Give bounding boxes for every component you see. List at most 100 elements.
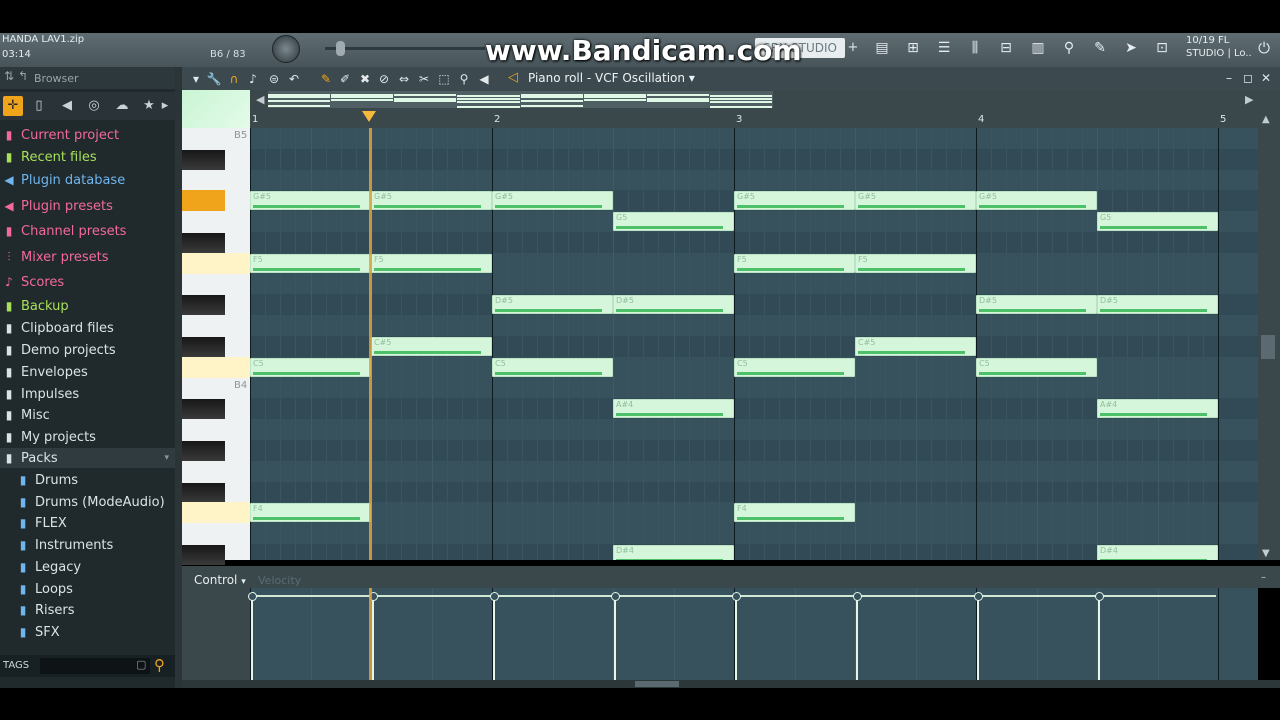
master-pitch-slider-thumb[interactable] [336,41,345,56]
undo-icon[interactable]: ↶ [286,71,302,87]
black-key[interactable] [182,233,225,253]
black-key[interactable] [182,545,225,565]
options-arrow-icon[interactable]: ▾ [188,71,204,87]
note[interactable]: C5 [492,357,613,377]
note[interactable]: G5 [1097,212,1218,232]
browser-item[interactable]: ⫶ Mixer presets [0,247,175,267]
playlist-icon[interactable]: ▤ [871,38,893,58]
note[interactable]: F4 [734,503,855,523]
add-button[interactable]: + [846,38,860,58]
note[interactable]: C5 [976,357,1097,377]
velocity-handle[interactable] [974,592,983,601]
note[interactable]: D#5 [492,295,613,315]
channel-icon[interactable]: ⊟ [995,38,1017,58]
search-icon[interactable]: ⚲ [154,656,165,674]
note[interactable]: G#5 [492,191,613,211]
note[interactable]: C#5 [371,337,492,356]
black-key[interactable] [182,149,225,170]
browser-item[interactable]: ▮ Backup [0,296,175,316]
mixer-icon[interactable]: ⫼ [964,38,986,58]
highlighted-key[interactable] [182,190,225,212]
browser-back-icon[interactable]: ↰ [18,69,28,83]
maximize-icon[interactable]: ◻ [1243,71,1253,85]
highlighted-key[interactable] [182,356,250,378]
velocity-stem[interactable] [735,596,737,680]
slip-icon[interactable]: ⇔ [396,71,412,87]
note-grid[interactable]: G#5 G#5 G#5 G5 G#5 G#5 G#5 G5 F5 F5 F5 F5 D#5 D#5 D#5 D… [250,128,1258,560]
browser-item[interactable]: ▮ Misc [0,405,175,425]
select-icon[interactable]: ⬚ [436,71,452,87]
speaker-icon[interactable]: ◁ [508,70,518,85]
browser-item[interactable]: ▮ Channel presets [0,221,175,241]
black-key[interactable] [182,337,225,357]
velocity-handle[interactable] [732,592,741,601]
browser-cloud-icon[interactable]: ☁ [112,96,132,116]
close-icon[interactable]: ✕ [1261,71,1271,85]
scroll-left-icon[interactable]: ◀ [256,93,264,106]
velocity-stem[interactable] [251,596,253,680]
browser-item[interactable]: ♪ Scores [0,272,175,292]
note[interactable]: C5 [250,357,371,377]
note[interactable]: F5 [371,253,492,273]
horizontal-scroll-thumb[interactable] [635,681,679,687]
highlighted-key[interactable] [182,502,250,524]
scroll-right-icon[interactable]: ▶ [1245,93,1253,106]
minimize-icon[interactable]: – [1226,71,1232,85]
note[interactable]: A#4 [613,399,734,419]
note[interactable]: D#4 [1097,545,1218,560]
tags-folder-icon[interactable]: ▢ [136,658,146,671]
tags-search-field[interactable] [40,658,150,674]
velocity-stem[interactable] [856,596,858,680]
browser-item[interactable]: ▮ Demo projects [0,340,175,360]
wrench-icon[interactable]: 🔧 [206,71,222,87]
velocity-handle[interactable] [248,592,257,601]
delete-tool-icon[interactable]: ✖ [357,71,373,87]
velocity-stem[interactable] [1098,596,1100,680]
note[interactable]: D#5 [1097,295,1218,315]
browser-item[interactable]: ▮ Packs ▾ [0,448,175,468]
audition-icon[interactable]: ♪ [245,71,261,87]
note[interactable]: F5 [250,253,371,273]
velocity-stem[interactable] [614,596,616,680]
black-key[interactable] [182,399,225,420]
playback-icon[interactable]: ◀ [476,71,492,87]
pack-item[interactable]: ▮ Risers [14,600,189,620]
note[interactable]: C5 [734,357,855,377]
browser-more-icon[interactable]: ▸ [158,96,172,116]
piano-roll-icon[interactable]: ⊞ [902,38,924,58]
scroll-down-icon[interactable]: ▼ [1262,548,1270,559]
pack-item[interactable]: ▮ Legacy [14,557,189,577]
time-ruler[interactable] [250,110,1258,128]
browser-speaker-icon[interactable]: ◀ [57,96,77,116]
black-key[interactable] [182,441,225,461]
pack-item[interactable]: ▮ Drums [14,470,189,490]
velocity-handle[interactable] [611,592,620,601]
note[interactable]: F5 [855,253,976,273]
power-icon[interactable]: ⏻ [1254,38,1274,58]
note[interactable]: G#5 [734,191,855,211]
browser-web-icon[interactable]: ◎ [84,96,104,116]
browser-star-icon[interactable]: ★ [139,96,159,116]
browser-item[interactable]: ◀ Plugin presets [0,196,175,216]
velocity-handle[interactable] [853,592,862,601]
black-key[interactable] [182,482,225,503]
plugin-icon[interactable]: ⚲ [1058,38,1080,58]
pack-item[interactable]: ▮ Drums (ModeAudio) [14,492,189,512]
paint-icon[interactable]: ✐ [337,71,353,87]
note[interactable]: G#5 [250,191,371,211]
browser-item[interactable]: ▮ Impulses [0,384,175,404]
export-icon[interactable]: ➤ [1120,38,1142,58]
control-selector[interactable]: Control ▾ [194,573,246,587]
note[interactable]: D#5 [613,295,734,315]
stamp-icon[interactable]: ⊜ [266,71,282,87]
pencil-icon[interactable]: ✎ [318,71,334,87]
browser-item[interactable]: ◀ Plugin database [0,170,175,190]
horizontal-scrollbar-bottom[interactable] [182,680,1280,688]
note[interactable]: G5 [613,212,734,232]
note[interactable]: A#4 [1097,399,1218,419]
tools-icon[interactable]: ✎ [1089,38,1111,58]
playhead-marker[interactable] [362,111,376,122]
pack-item[interactable]: ▮ SFX [14,622,189,642]
master-volume-knob[interactable] [272,35,300,63]
scroll-up-icon[interactable]: ▲ [1262,114,1270,125]
